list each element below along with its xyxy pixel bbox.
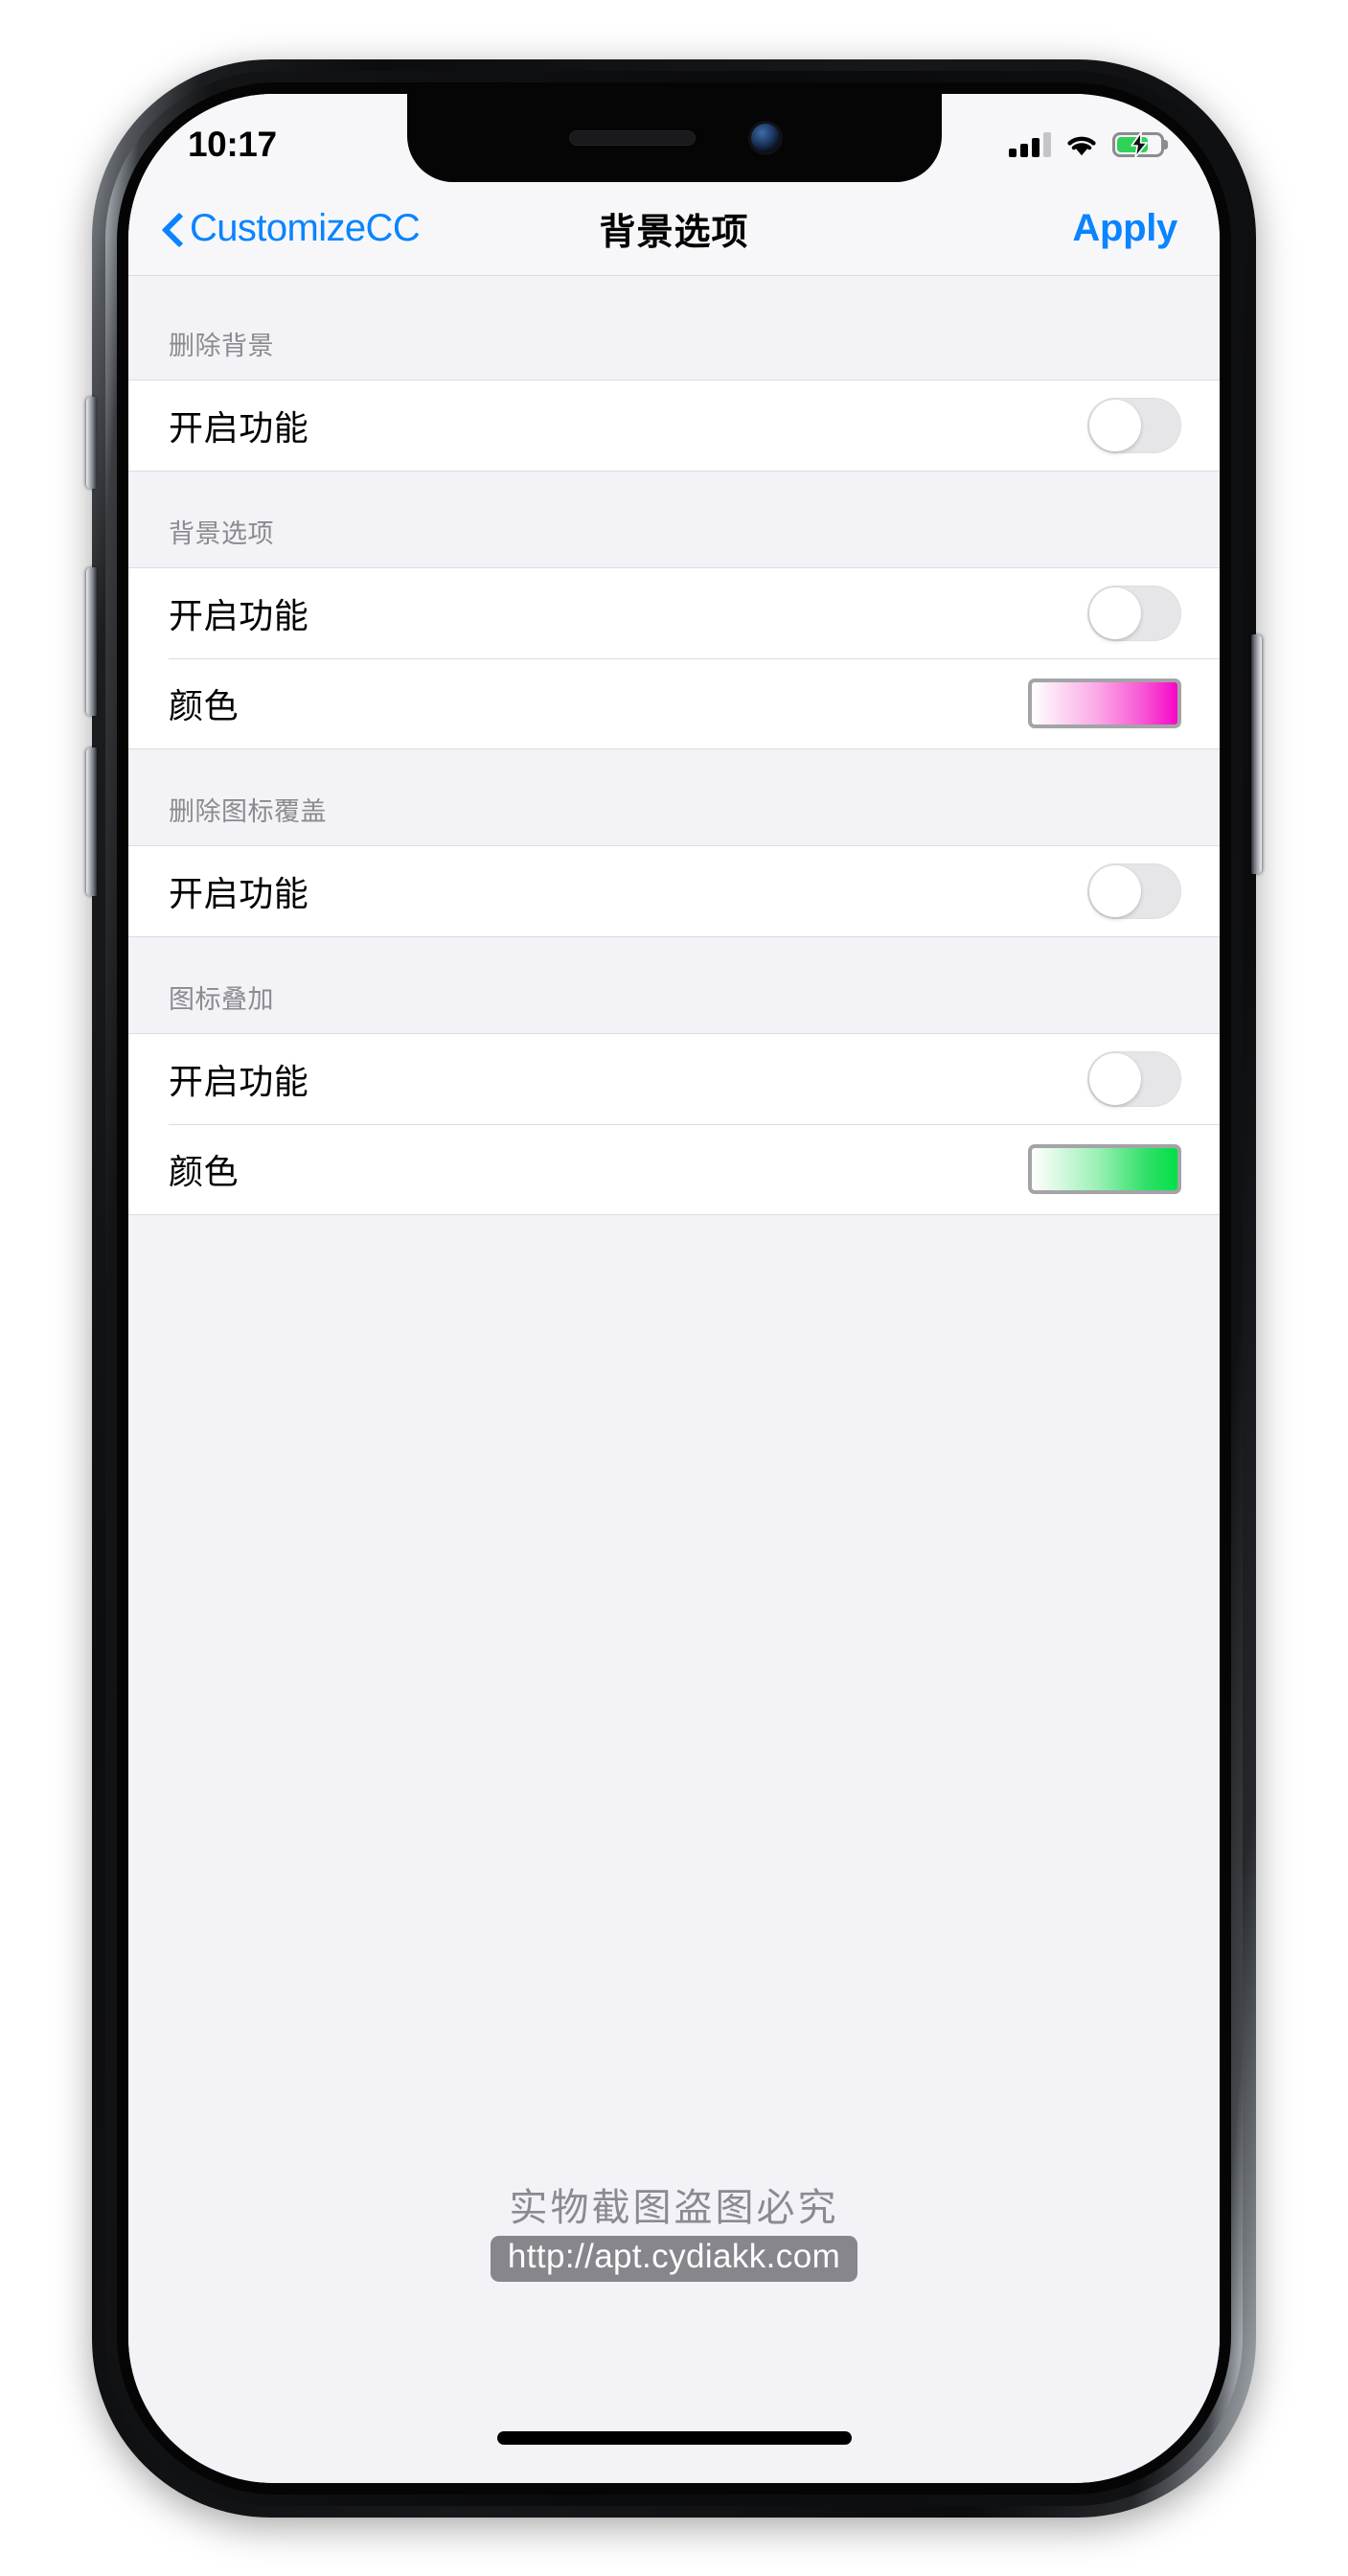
mute-switch-button[interactable]: [86, 397, 97, 489]
toggle-knob: [1089, 1053, 1141, 1105]
enable-toggle[interactable]: [1087, 863, 1181, 919]
section-header-icon-overlay: 图标叠加: [128, 937, 1220, 1033]
front-camera-icon: [750, 124, 780, 152]
section-rows-icon-overlay: 开启功能 颜色: [128, 1033, 1220, 1215]
home-indicator[interactable]: [496, 2431, 852, 2445]
toggle-knob: [1089, 587, 1141, 639]
status-bar-indicators: [1009, 132, 1164, 157]
row-label: 开启功能: [169, 1062, 309, 1101]
row-label: 颜色: [169, 1152, 240, 1191]
section-rows-remove-icon-overlay: 开启功能: [128, 845, 1220, 937]
device-notch: [406, 94, 942, 182]
row-label: 颜色: [169, 686, 240, 725]
page-title: 背景选项: [599, 213, 749, 253]
section-rows-background-options: 开启功能 颜色: [128, 567, 1220, 749]
section-rows-remove-background: 开启功能: [128, 380, 1220, 472]
enable-toggle[interactable]: [1087, 1051, 1181, 1107]
apply-button[interactable]: Apply: [1072, 207, 1177, 250]
back-button-label: CustomizeCC: [190, 207, 421, 249]
table-row[interactable]: 颜色: [128, 658, 1220, 748]
enable-toggle[interactable]: [1087, 586, 1181, 641]
table-row[interactable]: 开启功能: [128, 380, 1220, 471]
section-header-remove-icon-overlay: 删除图标覆盖: [128, 749, 1220, 845]
enable-toggle[interactable]: [1087, 398, 1181, 453]
table-row[interactable]: 开启功能: [128, 1034, 1220, 1124]
status-bar-clock: 10:17: [188, 125, 277, 164]
table-row[interactable]: 开启功能: [128, 846, 1220, 936]
watermark-text: 实物截图盗图必究: [509, 2187, 839, 2229]
watermark-url: http://apt.cydiakk.com: [490, 2236, 858, 2282]
row-label: 开启功能: [169, 596, 309, 635]
earpiece-speaker-icon: [568, 130, 696, 146]
table-row[interactable]: 颜色: [128, 1124, 1220, 1214]
volume-up-button[interactable]: [86, 567, 97, 716]
toggle-knob: [1089, 865, 1141, 917]
volume-down-button[interactable]: [86, 748, 97, 896]
chevron-left-icon: [163, 211, 184, 247]
section-header-remove-background: 删除背景: [128, 276, 1220, 380]
watermark: 实物截图盗图必究 http://apt.cydiakk.com: [128, 2176, 1220, 2282]
device-screen: 10:17 CustomizeCC 背景选项 Apply 删除背景 开启功能 背…: [128, 94, 1220, 2483]
color-swatch-pink[interactable]: [1028, 678, 1181, 728]
section-header-background-options: 背景选项: [128, 472, 1220, 567]
cellular-signal-icon: [1009, 132, 1051, 157]
iphone-device-frame: 10:17 CustomizeCC 背景选项 Apply 删除背景 开启功能 背…: [86, 59, 1262, 2518]
wifi-icon: [1065, 132, 1098, 157]
color-swatch-green[interactable]: [1028, 1144, 1181, 1194]
back-button[interactable]: CustomizeCC: [163, 207, 421, 250]
toggle-knob: [1089, 400, 1141, 451]
row-label: 开启功能: [169, 408, 309, 448]
battery-charging-icon: [1112, 132, 1164, 157]
table-row[interactable]: 开启功能: [128, 568, 1220, 658]
row-label: 开启功能: [169, 874, 309, 913]
navigation-bar: CustomizeCC 背景选项 Apply: [128, 182, 1220, 276]
power-button[interactable]: [1251, 634, 1262, 874]
settings-list[interactable]: 删除背景 开启功能 背景选项 开启功能 颜色 删除图标覆盖 开启功能 图标叠加 …: [128, 276, 1220, 2483]
